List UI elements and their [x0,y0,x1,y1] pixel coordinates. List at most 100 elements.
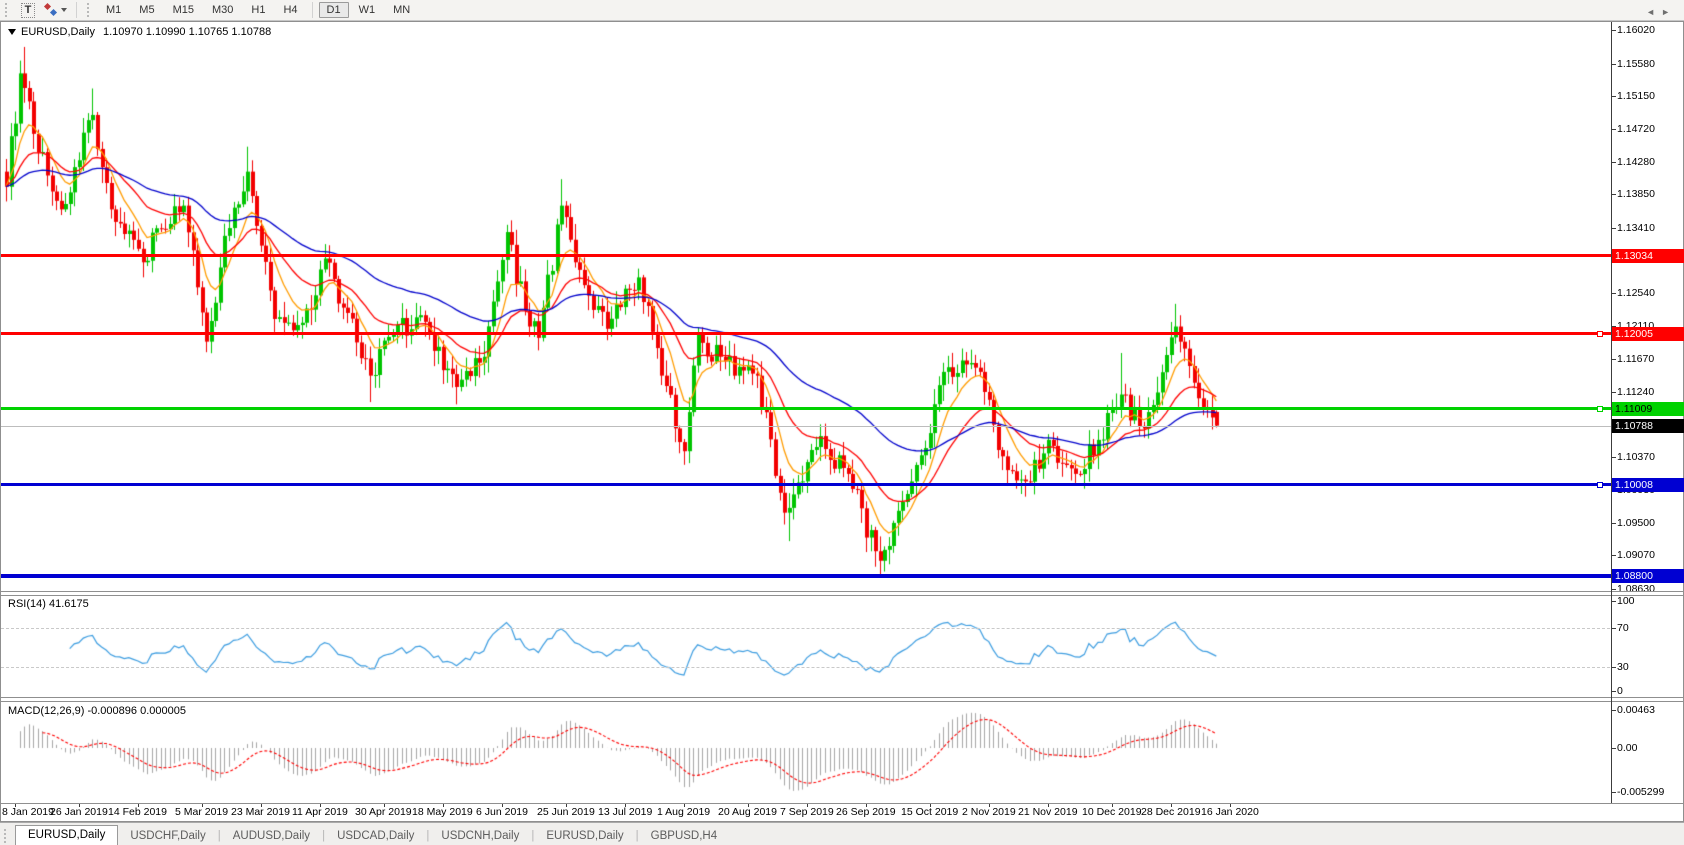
splitter-rsi-macd[interactable] [1,697,1683,698]
date-axis-label: 26 Jan 2019 [50,806,108,818]
price-tag: 1.13034 [1612,249,1684,263]
rsi-guide-line [1,628,1610,629]
tab-eurusd-daily[interactable]: EURUSD,Daily [15,825,118,845]
tab-usdcnh-daily[interactable]: USDCNH,Daily [429,827,531,845]
price-axis-tick-label: 1.12540 [1617,287,1683,299]
tab-scroll-left-icon[interactable]: ◄ [1646,7,1661,17]
price-axis-tick-label: 1.15150 [1617,90,1683,102]
price-tag: 1.10008 [1612,478,1684,492]
timeframe-button-h4[interactable]: H4 [275,2,305,18]
tab-scroll-arrows: ◄► [1646,7,1676,17]
date-axis-label: 15 Oct 2019 [901,806,958,818]
date-axis-label: 6 Jun 2019 [476,806,528,818]
macd-label: MACD(12,26,9) -0.000896 0.000005 [8,705,186,717]
text-tool-button[interactable]: T [17,2,39,18]
chart-tab-bar: EURUSD,DailyUSDCHF,Daily|AUDUSD,Daily|US… [0,822,1684,845]
price-axis-tick-label: 1.09500 [1617,517,1683,529]
collapse-chart-icon[interactable] [8,29,16,35]
date-axis-label: 14 Feb 2019 [108,806,167,818]
level-line-1.13034[interactable] [1,254,1611,257]
timeframe-button-mn[interactable]: MN [385,2,418,18]
toolbar-grip-2[interactable] [87,3,92,17]
rsi-axis-tick-label: 100 [1617,595,1683,607]
price-axis-tick-label: 1.16020 [1617,24,1683,36]
price-axis-tick-label: 1.10370 [1617,451,1683,463]
toolbar-separator [312,2,313,18]
level-line-marker[interactable] [1597,406,1603,412]
date-axis-label: 1 Aug 2019 [657,806,710,818]
date-axis-label: 10 Dec 2019 [1082,806,1142,818]
date-axis-label: 13 Jul 2019 [598,806,652,818]
timeframe-button-m1[interactable]: M1 [98,2,129,18]
current-price-tag: 1.10788 [1612,419,1684,433]
price-tag: 1.08800 [1612,569,1684,583]
date-axis-label: 7 Sep 2019 [780,806,834,818]
timeframe-button-m30[interactable]: M30 [204,2,241,18]
arrow-style-icon [45,4,57,16]
date-axis-label: 20 Aug 2019 [718,806,777,818]
price-axis-tick-label: 1.14280 [1617,156,1683,168]
level-line-1.08800[interactable] [1,574,1611,578]
tab-usdcad-daily[interactable]: USDCAD,Daily [325,827,426,845]
rsi-guide-line [1,667,1610,668]
price-axis-tick-label: 1.08630 [1617,583,1683,595]
price-axis-tick-label: 1.11240 [1617,386,1683,398]
splitter-main-rsi-lower [1,595,1683,596]
date-axis-label: 25 Jun 2019 [537,806,595,818]
timeframe-button-w1[interactable]: W1 [351,2,384,18]
chart-title: EURUSD,Daily 1.10970 1.10990 1.10765 1.1… [8,26,271,38]
timeframe-button-m5[interactable]: M5 [131,2,162,18]
price-tag: 1.11009 [1612,402,1684,416]
date-axis-label: 21 Nov 2019 [1018,806,1078,818]
date-axis-label: 28 Dec 2019 [1141,806,1201,818]
price-axis-tick-label: 1.11670 [1617,353,1683,365]
rsi-axis-tick-label: 0 [1617,685,1683,697]
date-axis-label: 11 Apr 2019 [292,806,348,818]
tab-audusd-daily[interactable]: AUDUSD,Daily [221,827,322,845]
tab-usdchf-daily[interactable]: USDCHF,Daily [118,827,217,845]
date-axis-label: 2 Nov 2019 [962,806,1016,818]
date-axis-label: 18 May 2019 [412,806,473,818]
price-axis-tick-label: 1.15580 [1617,58,1683,70]
toolbar-separator [76,2,77,18]
level-line-1.10008[interactable] [1,483,1611,486]
timeframe-button-m15[interactable]: M15 [165,2,202,18]
price-axis-tick-label: 1.13410 [1617,222,1683,234]
date-axis-label: 30 Apr 2019 [355,806,412,818]
rsi-axis-tick-label: 30 [1617,661,1683,673]
chart-title-quotes: 1.10970 1.10990 1.10765 1.10788 [103,26,271,38]
price-axis-tick-label: 1.13850 [1617,188,1683,200]
splitter-main-rsi[interactable] [1,591,1683,592]
date-axis-label: 5 Mar 2019 [175,806,228,818]
tab-scroll-right-icon[interactable]: ► [1661,7,1676,17]
timeframe-button-h1[interactable]: H1 [243,2,273,18]
date-axis-label: 8 Jan 2019 [2,806,54,818]
text-tool-icon: T [21,3,36,18]
current-price-line [1,426,1611,427]
tab-gbpusd-h4[interactable]: GBPUSD,H4 [639,827,729,845]
date-axis-label: 16 Jan 2020 [1201,806,1259,818]
terminal-window: T M1M5M15M30H1H4 D1W1MN EURUSD,Daily 1.10… [0,0,1684,845]
macd-axis-tick-label: 0.00 [1617,742,1683,754]
date-axis-label: 23 Mar 2019 [231,806,290,818]
timeframe-button-d1[interactable]: D1 [319,2,349,18]
arrow-style-button[interactable] [43,2,69,18]
level-line-marker[interactable] [1597,331,1603,337]
rsi-label: RSI(14) 41.6175 [8,598,89,610]
tabbar-grip[interactable] [4,829,9,843]
tab-eurusd-daily[interactable]: EURUSD,Daily [534,827,635,845]
toolbar: T M1M5M15M30H1H4 D1W1MN [0,0,1684,21]
level-line-1.11009[interactable] [1,407,1611,410]
level-line-1.12005[interactable] [1,332,1611,335]
chevron-down-icon [61,8,67,12]
price-axis-tick-label: 1.09070 [1617,549,1683,561]
macd-axis-tick-label: -0.005299 [1617,786,1683,798]
level-line-marker[interactable] [1597,482,1603,488]
date-axis-label: 26 Sep 2019 [836,806,896,818]
price-axis-tick-label: 1.14720 [1617,123,1683,135]
price-tag: 1.12005 [1612,327,1684,341]
splitter-rsi-macd-lower [1,701,1683,702]
macd-bottom-border [1,803,1683,804]
rsi-axis-tick-label: 70 [1617,622,1683,634]
toolbar-grip[interactable] [5,3,10,17]
